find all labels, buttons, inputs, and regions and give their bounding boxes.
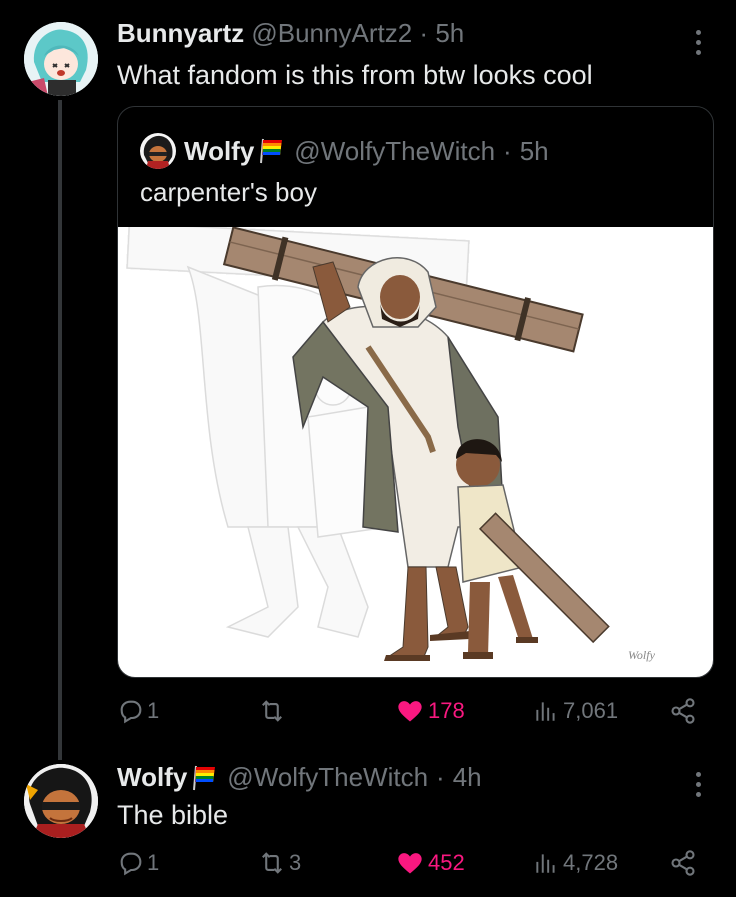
like-button[interactable]: 178 bbox=[396, 697, 465, 725]
author-name[interactable]: Bunnyartz bbox=[117, 18, 244, 48]
like-count: 452 bbox=[428, 850, 465, 875]
tweet-actions: 1 3 452 4,728 bbox=[117, 849, 717, 885]
thread-connector-line bbox=[58, 100, 62, 760]
illustration-image: Wolfy bbox=[126, 222, 656, 662]
reply-button[interactable]: 1 bbox=[117, 849, 159, 877]
dark-hair-avatar-icon bbox=[24, 764, 98, 838]
views-icon bbox=[536, 702, 555, 721]
separator-dot: · bbox=[503, 135, 512, 166]
quoted-avatar bbox=[140, 133, 176, 169]
tweet-actions: 1 178 7,061 bbox=[117, 697, 717, 733]
separator-dot: · bbox=[436, 762, 445, 792]
tweet-text: The bible bbox=[117, 800, 229, 830]
separator-dot: · bbox=[419, 18, 429, 48]
share-icon bbox=[671, 698, 695, 724]
reply-count: 1 bbox=[147, 850, 160, 875]
reply-icon bbox=[120, 852, 142, 876]
artist-signature: Wolfy bbox=[628, 648, 656, 662]
quoted-tweet-image[interactable]: Wolfy bbox=[118, 222, 713, 677]
repost-icon bbox=[262, 852, 282, 874]
heart-icon bbox=[398, 853, 422, 874]
avatar[interactable] bbox=[24, 764, 98, 838]
author-handle[interactable]: @BunnyArtz2 bbox=[251, 18, 412, 48]
quoted-tweet-text: carpenter's boy bbox=[140, 177, 317, 207]
quoted-tweet-header: Wolfy @WolfyTheWitch · 5h bbox=[140, 133, 549, 169]
repost-count: 3 bbox=[289, 850, 302, 875]
tweet-text: What fandom is this from btw looks cool bbox=[117, 60, 593, 90]
dark-hair-avatar-icon bbox=[140, 133, 176, 169]
author-name[interactable]: Wolfy bbox=[117, 762, 187, 793]
avatar[interactable] bbox=[24, 22, 98, 96]
rainbow-flag-icon bbox=[260, 138, 283, 164]
quoted-timestamp: 5h bbox=[519, 135, 549, 166]
views-count: 4,728 bbox=[563, 850, 619, 875]
timestamp[interactable]: 5h bbox=[435, 18, 464, 48]
share-button[interactable] bbox=[669, 849, 697, 877]
more-icon[interactable] bbox=[694, 772, 702, 802]
quoted-author-handle: @WolfyTheWitch bbox=[294, 135, 496, 166]
views-icon bbox=[536, 854, 555, 873]
reply-count: 1 bbox=[147, 698, 160, 723]
like-button[interactable]: 452 bbox=[396, 849, 465, 877]
views-count: 7,061 bbox=[563, 698, 619, 723]
views-button[interactable]: 7,061 bbox=[533, 697, 618, 725]
repost-button[interactable]: 3 bbox=[257, 849, 301, 877]
share-icon bbox=[671, 850, 695, 876]
anime-girl-avatar-icon bbox=[24, 22, 98, 96]
quoted-tweet[interactable]: Wolfy @WolfyTheWitch · 5h carpenter's bo… bbox=[117, 106, 714, 678]
like-count: 178 bbox=[428, 698, 465, 723]
quoted-author-name: Wolfy bbox=[184, 135, 255, 166]
views-button[interactable]: 4,728 bbox=[533, 849, 618, 877]
tweet-header: Wolfy @WolfyTheWitch · 4h bbox=[117, 762, 482, 793]
author-handle[interactable]: @WolfyTheWitch bbox=[227, 762, 428, 793]
repost-icon bbox=[262, 700, 282, 722]
more-icon[interactable] bbox=[694, 30, 702, 60]
heart-icon bbox=[398, 701, 422, 722]
reply-button[interactable]: 1 bbox=[117, 697, 159, 725]
timestamp[interactable]: 4h bbox=[453, 762, 482, 793]
share-button[interactable] bbox=[669, 697, 697, 725]
repost-button[interactable] bbox=[257, 697, 287, 725]
tweet-header: Bunnyartz @BunnyArtz2 · 5h bbox=[117, 18, 464, 49]
reply-icon bbox=[120, 700, 142, 724]
rainbow-flag-icon bbox=[193, 765, 216, 790]
